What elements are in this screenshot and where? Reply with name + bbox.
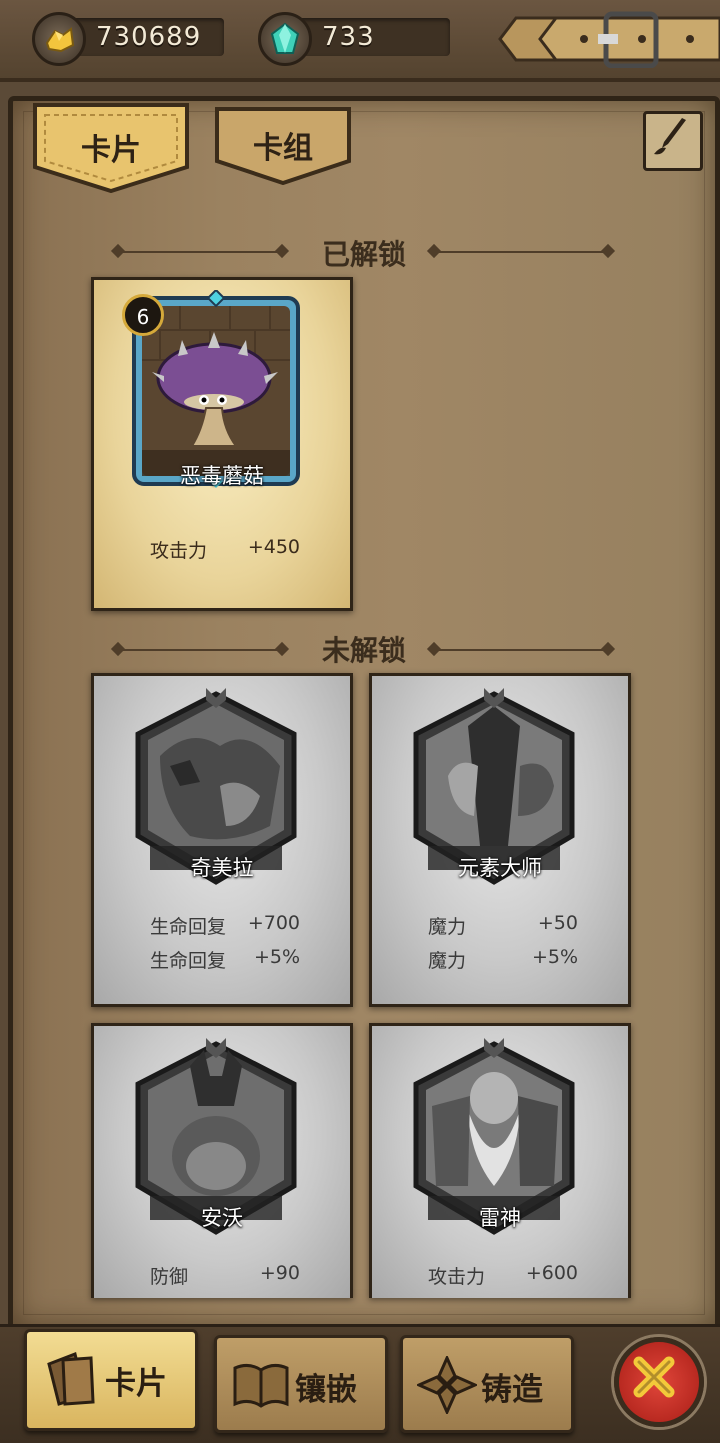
- close-icon: [633, 1356, 675, 1398]
- settings-ornament-icon[interactable]: [490, 10, 720, 68]
- nav-inlay-label: 镶嵌: [295, 1372, 357, 1408]
- bottom-nav: 卡片 镶嵌 铸造: [0, 1324, 720, 1443]
- nav-cards-label: 卡片: [105, 1366, 167, 1402]
- card-thunder-god[interactable]: 雷神 攻击力 +600: [369, 1023, 631, 1298]
- resource-bar: 730689 733: [0, 0, 720, 82]
- card-chimera[interactable]: 奇美拉 生命回复 +700 生命回复 +5%: [91, 673, 353, 1007]
- card-level-badge: 6: [122, 294, 164, 336]
- stat-value: +90: [259, 1262, 300, 1284]
- gold-nugget-icon: [32, 12, 86, 66]
- card-elemental-master[interactable]: 元素大师 魔力 +50 魔力 +5%: [369, 673, 631, 1007]
- tab-cards[interactable]: 卡片: [31, 101, 191, 193]
- stat-value: +50: [537, 912, 578, 934]
- stat-name: 防御: [150, 1266, 189, 1288]
- gem-value: 733: [322, 22, 375, 52]
- stat-value: +700: [247, 912, 300, 934]
- quill-icon: [654, 118, 686, 155]
- forge-icon: [417, 1356, 477, 1414]
- card-poison-mushroom[interactable]: 6 恶毒蘑菇 攻击力 +450: [91, 277, 353, 611]
- tab-cards-label: 卡片: [81, 133, 141, 168]
- card-name: 恶毒蘑菇: [180, 464, 264, 488]
- card-name: 元素大师: [458, 856, 542, 880]
- divider-right: [433, 649, 609, 651]
- nav-forge-button[interactable]: 铸造: [400, 1335, 574, 1433]
- stat-value: +5%: [531, 946, 578, 968]
- tab-decks-label: 卡组: [253, 131, 313, 166]
- divider-right: [433, 251, 609, 253]
- tab-decks[interactable]: 卡组: [213, 105, 373, 185]
- close-button[interactable]: [614, 1337, 704, 1427]
- card-name: 雷神: [479, 1206, 521, 1230]
- stat-name: 攻击力: [150, 540, 208, 562]
- gem-icon: [258, 12, 312, 66]
- card-name: 安沃: [201, 1206, 243, 1230]
- nav-forge-label: 铸造: [481, 1372, 543, 1408]
- stat-name: 生命回复: [150, 950, 227, 972]
- stat-name: 魔力: [428, 916, 467, 938]
- cards-icon: [47, 1351, 95, 1406]
- stat-name: 生命回复: [150, 916, 227, 938]
- nav-cards-button[interactable]: 卡片: [24, 1329, 198, 1431]
- gold-value: 730689: [96, 22, 202, 52]
- edit-button[interactable]: [643, 111, 703, 171]
- nav-inlay-button[interactable]: 镶嵌: [214, 1335, 388, 1433]
- stat-name: 攻击力: [428, 1266, 486, 1288]
- card-name: 奇美拉: [190, 856, 254, 880]
- book-icon: [233, 1363, 289, 1408]
- stat-name: 魔力: [428, 950, 467, 972]
- stat-value: +5%: [253, 946, 300, 968]
- card-collection-panel: 卡片 卡组 已解锁 6 恶毒蘑菇 攻击力 +450 未解锁 奇美拉 生命回复 +…: [8, 96, 720, 1330]
- card-anwo[interactable]: 安沃 防御 +90: [91, 1023, 353, 1298]
- stat-value: +600: [525, 1262, 578, 1284]
- stat-value: +450: [247, 536, 300, 558]
